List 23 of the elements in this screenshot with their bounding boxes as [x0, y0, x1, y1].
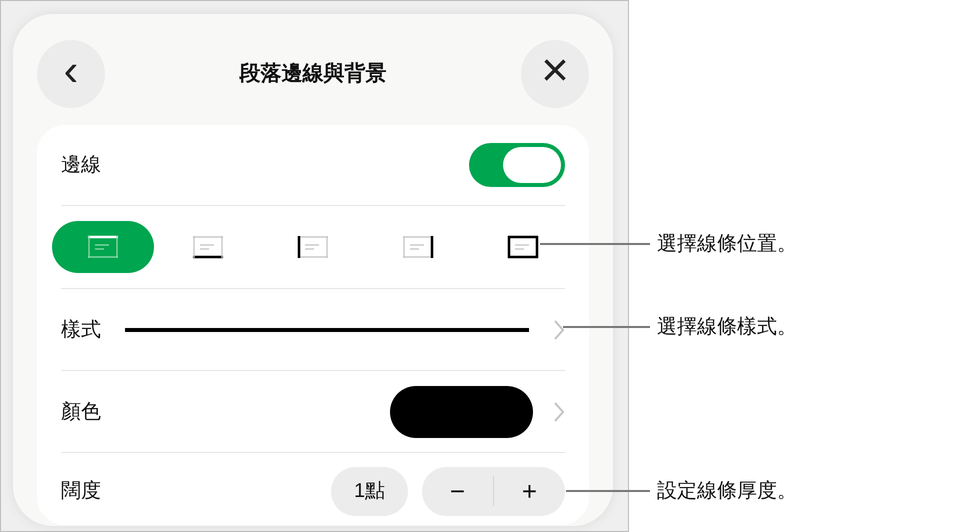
border-position-icon [297, 235, 329, 259]
back-button[interactable]: ‹ [37, 40, 105, 108]
chevron-right-icon [553, 400, 565, 422]
border-position-icon [402, 235, 434, 259]
color-swatch[interactable] [390, 386, 533, 438]
row-label: 闊度 [61, 479, 101, 504]
border-position-icon [87, 235, 119, 259]
callout-text: 設定線條厚度。 [657, 479, 797, 504]
row-label: 顏色 [61, 400, 101, 424]
line-style-preview[interactable] [125, 328, 529, 332]
width-value: 1點 [331, 466, 408, 516]
decrease-button[interactable]: − [422, 466, 493, 516]
increase-button[interactable]: + [494, 466, 565, 516]
chevron-right-icon [553, 318, 565, 340]
panel-title: 段落邊線與背景 [240, 61, 386, 88]
row-label: 邊線 [61, 153, 101, 178]
row-label: 樣式 [61, 318, 101, 342]
border-position-icon [507, 235, 539, 259]
border-position-icon [192, 235, 224, 259]
callout-text: 選擇線條樣式。 [657, 315, 797, 340]
toggle-switch[interactable] [469, 143, 565, 187]
callout-text: 選擇線條位置。 [657, 232, 797, 257]
close-button[interactable]: × [521, 40, 589, 108]
